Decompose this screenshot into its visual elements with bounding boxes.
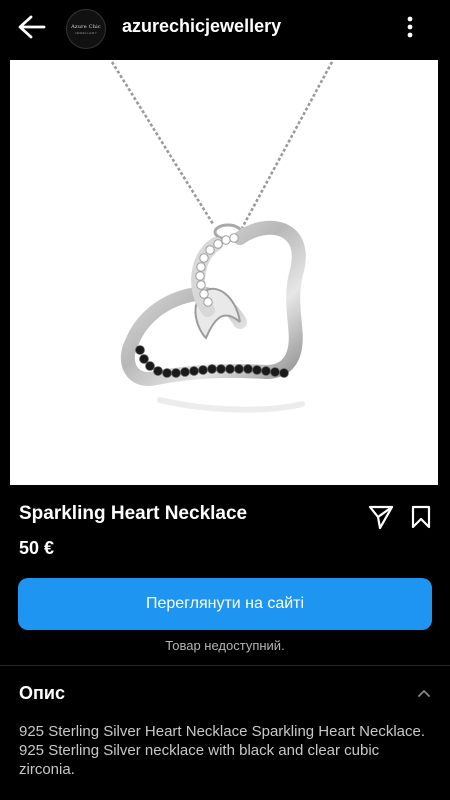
description-toggle[interactable]: Опис xyxy=(0,667,450,719)
send-icon xyxy=(368,505,394,530)
chevron-up-icon xyxy=(418,690,430,697)
description-text: 925 Sterling Silver Heart Necklace Spark… xyxy=(19,723,426,778)
top-bar: Azure Chic JEWELLERY azurechicjewellery xyxy=(0,0,450,56)
avatar-logo-text: Azure Chic xyxy=(71,23,101,30)
share-button[interactable] xyxy=(367,504,395,530)
avatar[interactable]: Azure Chic JEWELLERY xyxy=(66,9,106,49)
arrow-left-icon xyxy=(18,15,46,39)
view-on-website-button[interactable]: Переглянути на сайті xyxy=(18,578,432,630)
bookmark-icon xyxy=(411,505,431,529)
availability-status: Товар недоступний. xyxy=(165,638,285,653)
more-vertical-icon xyxy=(407,16,413,38)
more-options-button[interactable] xyxy=(398,14,422,40)
description-title: Опис xyxy=(19,683,65,703)
username[interactable]: azurechicjewellery xyxy=(122,16,281,37)
save-button[interactable] xyxy=(409,504,433,530)
divider xyxy=(0,665,450,666)
product-title: Sparkling Heart Necklace xyxy=(19,503,248,524)
heart-necklace-image xyxy=(110,61,334,413)
back-button[interactable] xyxy=(14,12,50,42)
product-price: 50 € xyxy=(19,538,55,558)
avatar-logo-subtext: JEWELLERY xyxy=(74,30,98,35)
product-image[interactable] xyxy=(10,60,438,485)
